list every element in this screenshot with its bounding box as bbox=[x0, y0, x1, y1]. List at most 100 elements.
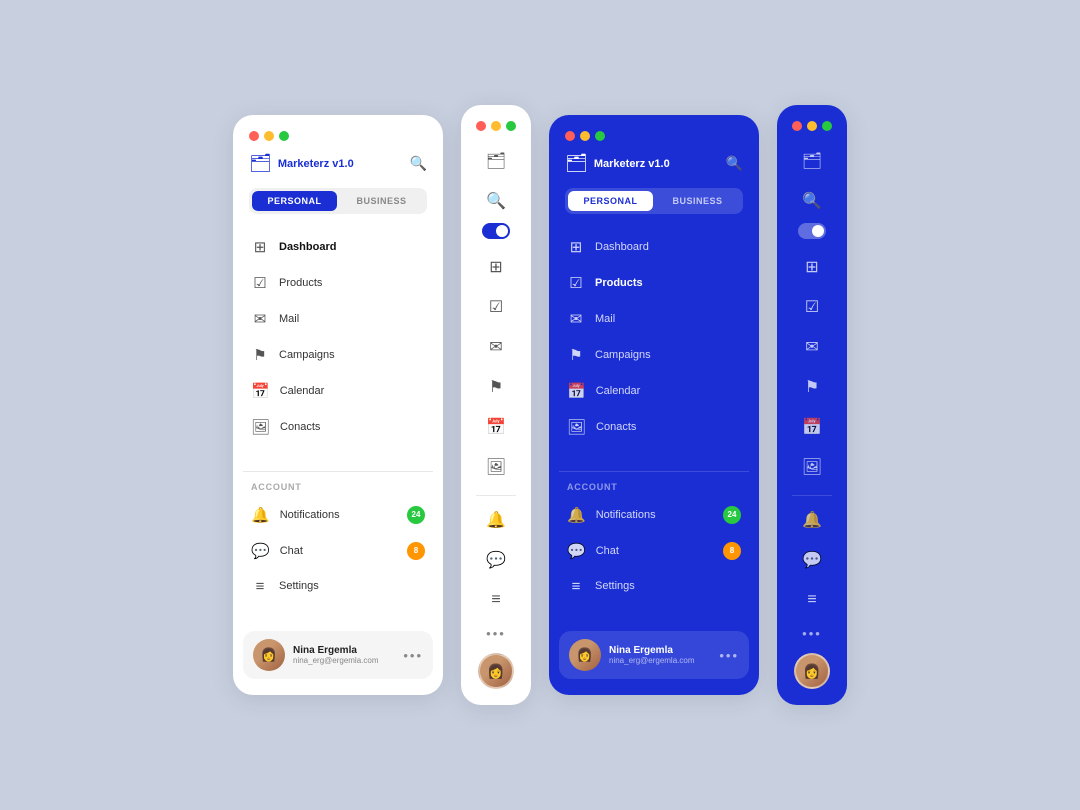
avatar-img-3: 👩 bbox=[569, 639, 601, 671]
user-footer-1[interactable]: 👩 Nina Ergemla nina_erg@ergemla.com ••• bbox=[243, 631, 433, 679]
divider-1 bbox=[243, 471, 433, 472]
calendar-label-3: Calendar bbox=[596, 385, 641, 397]
mini-dashboard-icon-4[interactable]: ⊞ bbox=[790, 249, 834, 285]
mini-avatar-2[interactable]: 👩 bbox=[478, 653, 514, 689]
mini-calendar-icon-4[interactable]: 📅 bbox=[790, 409, 834, 445]
notifications-label-1: Notifications bbox=[280, 509, 340, 521]
products-icon-3: ☑ bbox=[567, 274, 585, 292]
user-footer-3[interactable]: 👩 Nina Ergemla nina_erg@ergemla.com ••• bbox=[559, 631, 749, 679]
brand-name-3: Marketerz v1.0 bbox=[594, 158, 670, 170]
mini-dashboard-icon-2[interactable]: ⊞ bbox=[474, 249, 518, 285]
chat-icon-1: 💬 bbox=[251, 542, 270, 560]
chat-label-3: Chat bbox=[596, 545, 619, 557]
mini-chat-icon-4[interactable]: 💬 bbox=[790, 542, 834, 578]
mini-toggle-4[interactable] bbox=[798, 223, 826, 239]
mini-products-icon-2[interactable]: ☑ bbox=[474, 289, 518, 325]
nav-calendar-1[interactable]: 📅 Calendar bbox=[243, 374, 433, 408]
settings-label-3: Settings bbox=[595, 580, 635, 592]
mini-search-icon-4[interactable]: 🔍 bbox=[790, 183, 834, 219]
nav-settings-3[interactable]: ≡ Settings bbox=[559, 570, 749, 603]
tab-personal-3[interactable]: PERSONAL bbox=[568, 191, 653, 211]
nav-notifications-1[interactable]: 🔔 Notifications 24 bbox=[243, 498, 433, 532]
mini-divider-2 bbox=[476, 495, 516, 496]
nav-products-1[interactable]: ☑ Products bbox=[243, 266, 433, 300]
mail-label-1: Mail bbox=[279, 313, 299, 325]
nav-conacts-3[interactable]: 🖼 Conacts bbox=[559, 410, 749, 444]
mini-conacts-icon-4[interactable]: 🖼 bbox=[790, 449, 834, 485]
products-label-1: Products bbox=[279, 277, 322, 289]
brand-name-1: Marketerz v1.0 bbox=[278, 158, 354, 170]
nav-mail-1[interactable]: ✉ Mail bbox=[243, 302, 433, 336]
divider-3 bbox=[559, 471, 749, 472]
tab-group-1: PERSONAL BUSINESS bbox=[249, 188, 427, 214]
tab-business-1[interactable]: BUSINESS bbox=[339, 191, 424, 211]
avatar-1: 👩 bbox=[253, 639, 285, 671]
campaigns-icon-3: ⚑ bbox=[567, 346, 585, 364]
campaigns-icon-1: ⚑ bbox=[251, 346, 269, 364]
chat-icon-3: 💬 bbox=[567, 542, 586, 560]
chat-label-1: Chat bbox=[280, 545, 303, 557]
mail-icon-1: ✉ bbox=[251, 310, 269, 328]
mini-toggle-2[interactable] bbox=[482, 223, 510, 239]
mini-mail-icon-2[interactable]: ✉ bbox=[474, 329, 518, 365]
nav-campaigns-1[interactable]: ⚑ Campaigns bbox=[243, 338, 433, 372]
panel-full-dark: 🗂 Marketerz v1.0 🔍 PERSONAL BUSINESS ⊞ D… bbox=[549, 115, 759, 695]
mini-avatar-4[interactable]: 👩 bbox=[794, 653, 830, 689]
dot-green-2 bbox=[506, 121, 516, 131]
mini-notifications-icon-2[interactable]: 🔔 bbox=[474, 502, 518, 538]
nav-main-3: ⊞ Dashboard ☑ Products ✉ Mail ⚑ Campaign… bbox=[549, 230, 759, 463]
mini-footer-2: ••• 👩 bbox=[478, 626, 514, 689]
nav-chat-1[interactable]: 💬 Chat 8 bbox=[243, 534, 433, 568]
dot-yellow bbox=[264, 131, 274, 141]
search-icon-1[interactable]: 🔍 bbox=[410, 155, 427, 172]
nav-account-3: 🔔 Notifications 24 💬 Chat 8 ≡ Settings bbox=[549, 498, 759, 605]
panel-header-1: 🗂 Marketerz v1.0 🔍 bbox=[233, 153, 443, 188]
user-email-1: nina_erg@ergemla.com bbox=[293, 656, 395, 665]
avatar-3: 👩 bbox=[569, 639, 601, 671]
user-name-3: Nina Ergemla bbox=[609, 645, 711, 656]
search-icon-3[interactable]: 🔍 bbox=[726, 155, 743, 172]
calendar-icon-3: 📅 bbox=[567, 382, 586, 400]
user-info-3: Nina Ergemla nina_erg@ergemla.com bbox=[609, 645, 711, 665]
mini-campaigns-icon-4[interactable]: ⚑ bbox=[790, 369, 834, 405]
notifications-icon-1: 🔔 bbox=[251, 506, 270, 524]
nav-account-1: 🔔 Notifications 24 💬 Chat 8 ≡ Settings bbox=[233, 498, 443, 605]
conacts-label-1: Conacts bbox=[280, 421, 320, 433]
nav-notifications-3[interactable]: 🔔 Notifications 24 bbox=[559, 498, 749, 532]
mini-products-icon-4[interactable]: ☑ bbox=[790, 289, 834, 325]
dot-green-4 bbox=[822, 121, 832, 131]
mini-campaigns-icon-2[interactable]: ⚑ bbox=[474, 369, 518, 405]
mini-mail-icon-4[interactable]: ✉ bbox=[790, 329, 834, 365]
nav-calendar-3[interactable]: 📅 Calendar bbox=[559, 374, 749, 408]
nav-campaigns-3[interactable]: ⚑ Campaigns bbox=[559, 338, 749, 372]
mini-conacts-icon-2[interactable]: 🖼 bbox=[474, 449, 518, 485]
toggle-row-1: PERSONAL BUSINESS bbox=[233, 188, 443, 230]
nav-dashboard-3[interactable]: ⊞ Dashboard bbox=[559, 230, 749, 264]
chat-badge-1: 8 bbox=[407, 542, 425, 560]
mini-more-4[interactable]: ••• bbox=[802, 626, 822, 641]
panel-mini-dark: 🗂 🔍 ⊞ ☑ ✉ ⚑ 📅 🖼 🔔 💬 ≡ ••• 👩 bbox=[777, 105, 847, 705]
nav-mail-3[interactable]: ✉ Mail bbox=[559, 302, 749, 336]
brand-icon-3: 🗂 bbox=[565, 153, 588, 174]
mini-chat-icon-2[interactable]: 💬 bbox=[474, 542, 518, 578]
mail-label-3: Mail bbox=[595, 313, 615, 325]
mini-settings-icon-4[interactable]: ≡ bbox=[790, 582, 834, 618]
more-dots-1[interactable]: ••• bbox=[403, 648, 423, 663]
notifications-label-3: Notifications bbox=[596, 509, 656, 521]
dot-red bbox=[249, 131, 259, 141]
nav-products-3[interactable]: ☑ Products bbox=[559, 266, 749, 300]
nav-dashboard-1[interactable]: ⊞ Dashboard bbox=[243, 230, 433, 264]
tab-business-3[interactable]: BUSINESS bbox=[655, 191, 740, 211]
mini-settings-icon-2[interactable]: ≡ bbox=[474, 582, 518, 618]
nav-conacts-1[interactable]: 🖼 Conacts bbox=[243, 410, 433, 444]
mini-calendar-icon-2[interactable]: 📅 bbox=[474, 409, 518, 445]
more-dots-3[interactable]: ••• bbox=[719, 648, 739, 663]
mini-notifications-icon-4[interactable]: 🔔 bbox=[790, 502, 834, 538]
brand-icon-1: 🗂 bbox=[249, 153, 272, 174]
nav-settings-1[interactable]: ≡ Settings bbox=[243, 570, 433, 603]
tab-personal-1[interactable]: PERSONAL bbox=[252, 191, 337, 211]
nav-chat-3[interactable]: 💬 Chat 8 bbox=[559, 534, 749, 568]
window-dots-2 bbox=[476, 121, 516, 143]
mini-more-2[interactable]: ••• bbox=[486, 626, 506, 641]
mini-search-icon-2[interactable]: 🔍 bbox=[474, 183, 518, 219]
